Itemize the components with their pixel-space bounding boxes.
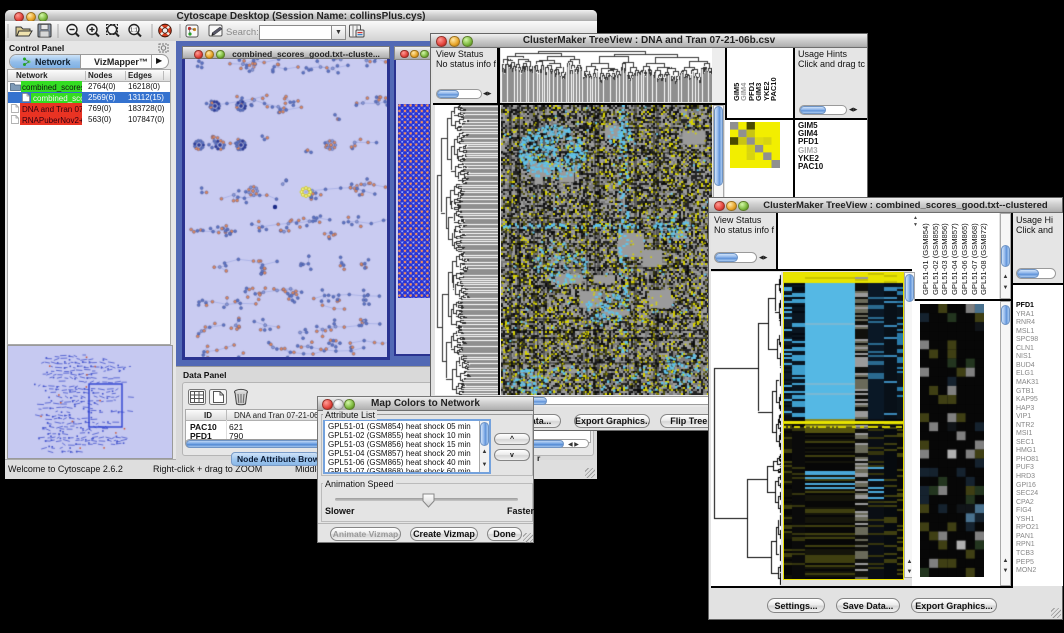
svg-text:1:1: 1:1 [130,28,138,34]
svg-text:Search:: Search: [226,27,259,38]
